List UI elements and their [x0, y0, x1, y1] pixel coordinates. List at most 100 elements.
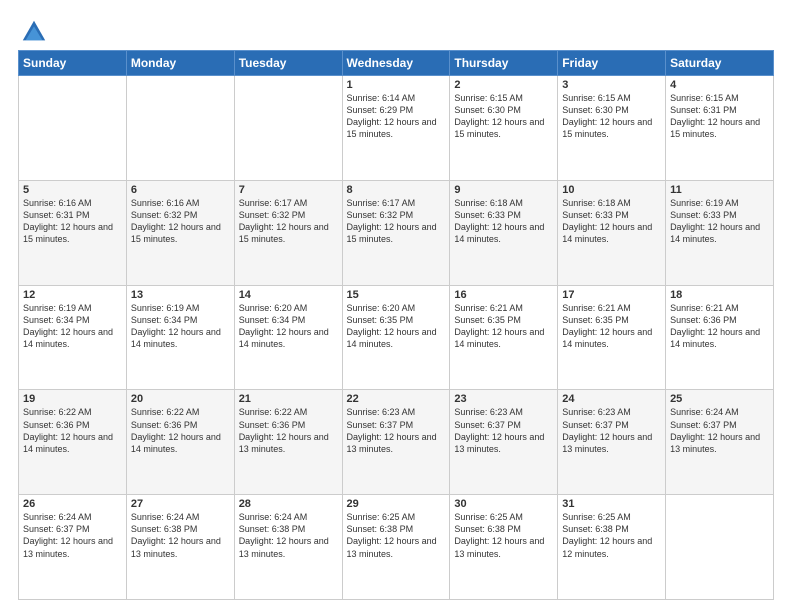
day-number: 4: [670, 79, 769, 91]
day-number: 29: [347, 498, 446, 510]
day-cell: 8Sunrise: 6:17 AM Sunset: 6:32 PM Daylig…: [342, 180, 450, 285]
day-number: 18: [670, 289, 769, 301]
day-number: 10: [562, 184, 661, 196]
day-number: 9: [454, 184, 553, 196]
day-info: Sunrise: 6:17 AM Sunset: 6:32 PM Dayligh…: [347, 197, 446, 246]
weekday-header-thursday: Thursday: [450, 51, 558, 76]
day-info: Sunrise: 6:24 AM Sunset: 6:38 PM Dayligh…: [131, 511, 230, 560]
day-cell: 14Sunrise: 6:20 AM Sunset: 6:34 PM Dayli…: [234, 285, 342, 390]
week-row-5: 26Sunrise: 6:24 AM Sunset: 6:37 PM Dayli…: [19, 495, 774, 600]
day-info: Sunrise: 6:23 AM Sunset: 6:37 PM Dayligh…: [562, 406, 661, 455]
day-number: 31: [562, 498, 661, 510]
day-cell: 26Sunrise: 6:24 AM Sunset: 6:37 PM Dayli…: [19, 495, 127, 600]
day-info: Sunrise: 6:21 AM Sunset: 6:36 PM Dayligh…: [670, 302, 769, 351]
day-number: 27: [131, 498, 230, 510]
day-cell: 27Sunrise: 6:24 AM Sunset: 6:38 PM Dayli…: [126, 495, 234, 600]
day-number: 6: [131, 184, 230, 196]
week-row-3: 12Sunrise: 6:19 AM Sunset: 6:34 PM Dayli…: [19, 285, 774, 390]
day-cell: 17Sunrise: 6:21 AM Sunset: 6:35 PM Dayli…: [558, 285, 666, 390]
day-number: 5: [23, 184, 122, 196]
weekday-header-monday: Monday: [126, 51, 234, 76]
day-info: Sunrise: 6:15 AM Sunset: 6:31 PM Dayligh…: [670, 92, 769, 141]
day-number: 15: [347, 289, 446, 301]
day-cell: 29Sunrise: 6:25 AM Sunset: 6:38 PM Dayli…: [342, 495, 450, 600]
day-cell: 22Sunrise: 6:23 AM Sunset: 6:37 PM Dayli…: [342, 390, 450, 495]
day-info: Sunrise: 6:24 AM Sunset: 6:38 PM Dayligh…: [239, 511, 338, 560]
day-number: 13: [131, 289, 230, 301]
day-info: Sunrise: 6:25 AM Sunset: 6:38 PM Dayligh…: [562, 511, 661, 560]
day-number: 30: [454, 498, 553, 510]
day-cell: 28Sunrise: 6:24 AM Sunset: 6:38 PM Dayli…: [234, 495, 342, 600]
day-info: Sunrise: 6:23 AM Sunset: 6:37 PM Dayligh…: [454, 406, 553, 455]
day-cell: 20Sunrise: 6:22 AM Sunset: 6:36 PM Dayli…: [126, 390, 234, 495]
day-number: 1: [347, 79, 446, 91]
day-cell: 13Sunrise: 6:19 AM Sunset: 6:34 PM Dayli…: [126, 285, 234, 390]
day-info: Sunrise: 6:20 AM Sunset: 6:34 PM Dayligh…: [239, 302, 338, 351]
weekday-header-friday: Friday: [558, 51, 666, 76]
day-cell: 23Sunrise: 6:23 AM Sunset: 6:37 PM Dayli…: [450, 390, 558, 495]
day-number: 28: [239, 498, 338, 510]
weekday-header-saturday: Saturday: [666, 51, 774, 76]
day-info: Sunrise: 6:22 AM Sunset: 6:36 PM Dayligh…: [239, 406, 338, 455]
logo-icon: [20, 18, 48, 46]
day-number: 26: [23, 498, 122, 510]
day-number: 19: [23, 393, 122, 405]
day-info: Sunrise: 6:22 AM Sunset: 6:36 PM Dayligh…: [131, 406, 230, 455]
day-cell: 24Sunrise: 6:23 AM Sunset: 6:37 PM Dayli…: [558, 390, 666, 495]
day-cell: [234, 76, 342, 181]
day-cell: [666, 495, 774, 600]
day-number: 14: [239, 289, 338, 301]
day-number: 21: [239, 393, 338, 405]
day-cell: 7Sunrise: 6:17 AM Sunset: 6:32 PM Daylig…: [234, 180, 342, 285]
day-cell: 2Sunrise: 6:15 AM Sunset: 6:30 PM Daylig…: [450, 76, 558, 181]
day-number: 11: [670, 184, 769, 196]
day-info: Sunrise: 6:25 AM Sunset: 6:38 PM Dayligh…: [347, 511, 446, 560]
day-info: Sunrise: 6:21 AM Sunset: 6:35 PM Dayligh…: [562, 302, 661, 351]
day-cell: 12Sunrise: 6:19 AM Sunset: 6:34 PM Dayli…: [19, 285, 127, 390]
day-number: 12: [23, 289, 122, 301]
weekday-header-wednesday: Wednesday: [342, 51, 450, 76]
day-number: 22: [347, 393, 446, 405]
day-info: Sunrise: 6:21 AM Sunset: 6:35 PM Dayligh…: [454, 302, 553, 351]
day-number: 3: [562, 79, 661, 91]
day-info: Sunrise: 6:18 AM Sunset: 6:33 PM Dayligh…: [454, 197, 553, 246]
day-info: Sunrise: 6:23 AM Sunset: 6:37 PM Dayligh…: [347, 406, 446, 455]
day-number: 23: [454, 393, 553, 405]
day-info: Sunrise: 6:16 AM Sunset: 6:31 PM Dayligh…: [23, 197, 122, 246]
day-cell: [126, 76, 234, 181]
day-info: Sunrise: 6:24 AM Sunset: 6:37 PM Dayligh…: [670, 406, 769, 455]
header: [18, 18, 774, 40]
day-number: 7: [239, 184, 338, 196]
day-cell: 25Sunrise: 6:24 AM Sunset: 6:37 PM Dayli…: [666, 390, 774, 495]
day-info: Sunrise: 6:19 AM Sunset: 6:34 PM Dayligh…: [131, 302, 230, 351]
day-cell: 15Sunrise: 6:20 AM Sunset: 6:35 PM Dayli…: [342, 285, 450, 390]
day-info: Sunrise: 6:16 AM Sunset: 6:32 PM Dayligh…: [131, 197, 230, 246]
day-info: Sunrise: 6:15 AM Sunset: 6:30 PM Dayligh…: [454, 92, 553, 141]
week-row-1: 1Sunrise: 6:14 AM Sunset: 6:29 PM Daylig…: [19, 76, 774, 181]
week-row-4: 19 Sunrise: 6:22 AM Sunset: 6:36 PM Dayli…: [19, 390, 774, 495]
day-info: Sunrise: 6:24 AM Sunset: 6:37 PM Dayligh…: [23, 511, 122, 560]
day-info: Sunrise: 6:19 AM Sunset: 6:34 PM Dayligh…: [23, 302, 122, 351]
day-info: Sunrise: 6:14 AM Sunset: 6:29 PM Dayligh…: [347, 92, 446, 141]
calendar-table: SundayMondayTuesdayWednesdayThursdayFrid…: [18, 50, 774, 600]
weekday-header-row: SundayMondayTuesdayWednesdayThursdayFrid…: [19, 51, 774, 76]
day-number: 20: [131, 393, 230, 405]
day-cell: 30Sunrise: 6:25 AM Sunset: 6:38 PM Dayli…: [450, 495, 558, 600]
day-info: Sunrise: 6:17 AM Sunset: 6:32 PM Dayligh…: [239, 197, 338, 246]
day-cell: 31Sunrise: 6:25 AM Sunset: 6:38 PM Dayli…: [558, 495, 666, 600]
day-cell: 18Sunrise: 6:21 AM Sunset: 6:36 PM Dayli…: [666, 285, 774, 390]
day-number: 25: [670, 393, 769, 405]
day-cell: [19, 76, 127, 181]
day-cell: 11Sunrise: 6:19 AM Sunset: 6:33 PM Dayli…: [666, 180, 774, 285]
day-number: 17: [562, 289, 661, 301]
day-number: 2: [454, 79, 553, 91]
day-cell: 1Sunrise: 6:14 AM Sunset: 6:29 PM Daylig…: [342, 76, 450, 181]
day-cell: 19Sunrise: 6:22 AM Sunset: 6:36 PM Dayli…: [19, 390, 127, 495]
day-number: 16: [454, 289, 553, 301]
day-number: 24: [562, 393, 661, 405]
day-cell: 21Sunrise: 6:22 AM Sunset: 6:36 PM Dayli…: [234, 390, 342, 495]
day-info: Sunrise: 6:19 AM Sunset: 6:33 PM Dayligh…: [670, 197, 769, 246]
weekday-header-sunday: Sunday: [19, 51, 127, 76]
page: SundayMondayTuesdayWednesdayThursdayFrid…: [0, 0, 792, 612]
day-number: 8: [347, 184, 446, 196]
